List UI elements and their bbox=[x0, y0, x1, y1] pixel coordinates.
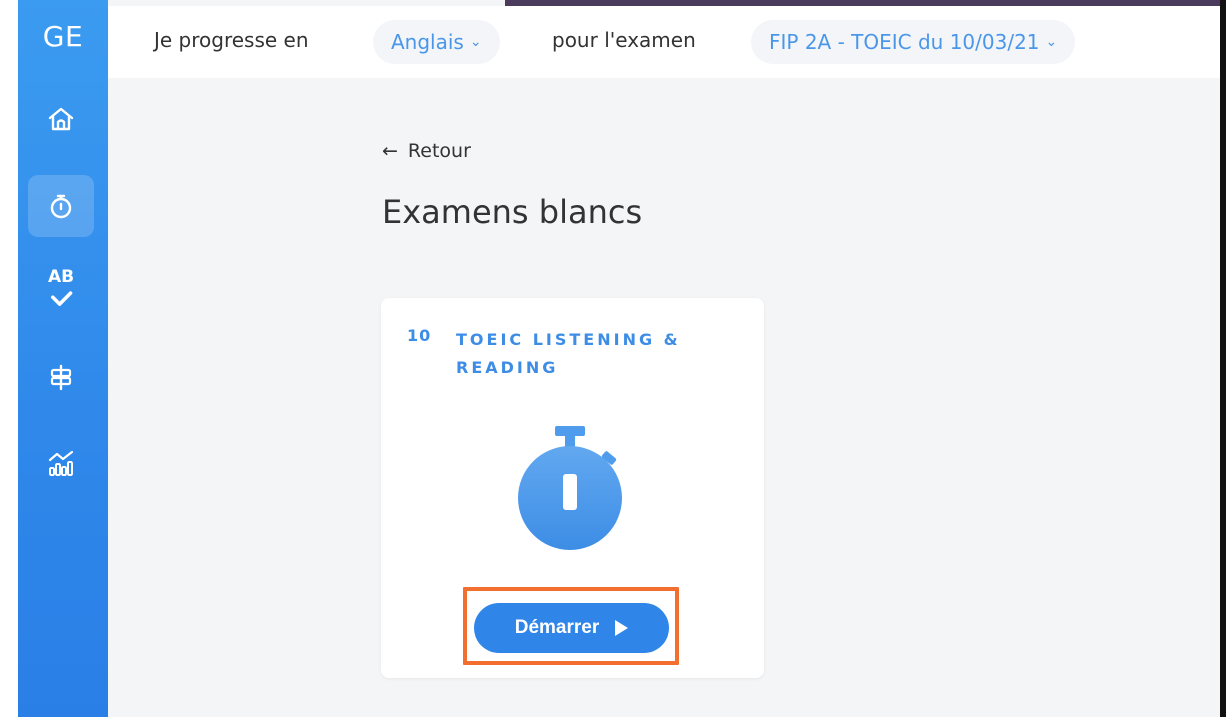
back-link[interactable]: ← Retour bbox=[382, 140, 471, 162]
sidebar-item-stats[interactable] bbox=[28, 432, 94, 494]
sidebar-item-vocabulary[interactable]: AB bbox=[28, 262, 94, 324]
language-dropdown[interactable]: Anglais ⌄ bbox=[373, 20, 500, 64]
chevron-down-icon: ⌄ bbox=[469, 34, 482, 50]
home-icon bbox=[48, 107, 74, 131]
brand-logo[interactable]: GE bbox=[18, 20, 108, 53]
exam-value: FIP 2A - TOEIC du 10/03/21 bbox=[769, 30, 1040, 54]
exam-number: 10 bbox=[407, 326, 432, 345]
checkmark-icon bbox=[51, 290, 73, 306]
exam-title: TOEIC LISTENING & READING bbox=[456, 330, 681, 377]
window-edge-left bbox=[0, 0, 18, 717]
sidebar-item-home[interactable] bbox=[28, 88, 94, 150]
play-icon bbox=[615, 620, 629, 636]
ab-check-icon: AB bbox=[46, 266, 76, 317]
page-title: Examens blancs bbox=[382, 193, 643, 231]
exam-label: pour l'examen bbox=[552, 28, 696, 52]
topbar: Je progresse en Anglais ⌄ pour l'examen … bbox=[108, 6, 1220, 78]
chart-icon bbox=[48, 450, 74, 476]
start-button[interactable]: Démarrer bbox=[474, 603, 669, 653]
start-label: Démarrer bbox=[514, 617, 600, 638]
language-value: Anglais bbox=[391, 30, 464, 54]
arrow-left-icon: ← bbox=[382, 140, 398, 162]
back-label: Retour bbox=[407, 140, 471, 162]
sidebar-item-path[interactable] bbox=[28, 346, 94, 408]
exam-dropdown[interactable]: FIP 2A - TOEIC du 10/03/21 ⌄ bbox=[751, 20, 1076, 64]
signpost-icon bbox=[50, 364, 72, 391]
sidebar-item-mock-exams[interactable] bbox=[28, 175, 94, 237]
stopwatch-icon bbox=[518, 426, 622, 550]
ab-label: AB bbox=[47, 266, 75, 287]
chevron-down-icon: ⌄ bbox=[1045, 34, 1058, 50]
sidebar: GE AB bbox=[18, 0, 108, 717]
progress-label: Je progresse en bbox=[154, 28, 309, 52]
window-edge-right bbox=[1220, 0, 1226, 717]
stopwatch-icon bbox=[50, 194, 72, 219]
